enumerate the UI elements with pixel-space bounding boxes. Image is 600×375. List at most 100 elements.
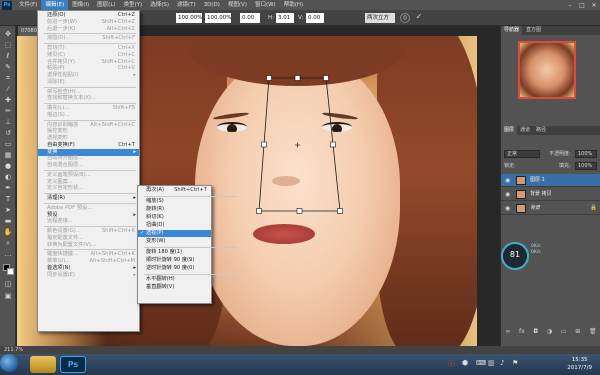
menu-item[interactable]: 再次(A) Shift+Ctrl+T xyxy=(138,187,211,194)
pen-tool-icon[interactable]: ✒ xyxy=(3,184,13,193)
start-button[interactable] xyxy=(0,354,18,372)
tray-app-icon[interactable]: ⬢ xyxy=(462,359,468,367)
menu-item[interactable]: 清除(E) xyxy=(38,79,139,86)
visibility-eye-icon[interactable]: ◉ xyxy=(505,177,510,184)
menu-item[interactable]: 描边(S)... xyxy=(38,112,139,119)
flag-icon[interactable]: ⚑ xyxy=(512,359,518,367)
h-skew-field[interactable]: 3.01 xyxy=(276,13,294,23)
menu-type[interactable]: 类型(Y) xyxy=(120,0,147,10)
menu-item[interactable]: 变形(W) xyxy=(138,238,211,245)
new-layer-icon[interactable]: ⊞ xyxy=(575,328,580,335)
adjustment-layer-icon[interactable]: ◑ xyxy=(547,328,552,335)
tab-channels[interactable]: 通道 xyxy=(517,126,533,135)
layer-row[interactable]: ◉ 背景 🔒 xyxy=(501,202,600,215)
menu-3d[interactable]: 3D(D) xyxy=(200,0,224,10)
menu-item[interactable]: 远程连接... xyxy=(38,218,139,225)
navigator-thumbnail[interactable] xyxy=(518,41,576,99)
menu-item[interactable]: 顺时针旋转 90 度(9) xyxy=(138,257,211,264)
layer-row[interactable]: ◉ 图层 1 xyxy=(501,174,600,187)
layer-style-icon[interactable]: fx xyxy=(519,328,525,335)
blur-tool-icon[interactable]: ● xyxy=(3,162,13,171)
healing-tool-icon[interactable]: ✚ xyxy=(3,96,13,105)
screen-mode-icon[interactable]: ▣ xyxy=(3,292,13,301)
add-mask-icon[interactable]: ◘ xyxy=(533,328,538,335)
menu-item[interactable]: 缩放(S) xyxy=(138,198,211,205)
hand-tool-icon[interactable]: ✋ xyxy=(3,228,13,237)
menu-item[interactable]: 渐隐(D)... Shift+Ctrl+F xyxy=(38,35,139,42)
menu-select[interactable]: 选择(S) xyxy=(146,0,173,10)
menu-edit[interactable]: 编辑(E) xyxy=(41,0,69,10)
quick-mask-icon[interactable]: ◫ xyxy=(3,280,13,289)
network-icon[interactable]: ▥ xyxy=(488,359,495,367)
stamp-tool-icon[interactable]: ⊥ xyxy=(3,118,13,127)
maximize-icon[interactable]: □ xyxy=(576,2,588,9)
menu-item[interactable]: 清理(R) ▸ xyxy=(38,195,139,202)
visibility-eye-icon[interactable]: ◉ xyxy=(505,191,510,198)
opacity-field[interactable]: 100% xyxy=(575,150,597,158)
menu-item[interactable]: 定义自定形状... xyxy=(38,185,139,192)
menu-item[interactable]: 转换为配置文件(V)... xyxy=(38,242,139,249)
new-group-icon[interactable]: ▭ xyxy=(561,328,567,335)
visibility-eye-icon[interactable]: ◉ xyxy=(505,205,510,212)
explorer-taskbar-icon[interactable] xyxy=(30,356,56,373)
lasso-tool-icon[interactable]: ℓ xyxy=(3,52,13,61)
shape-tool-icon[interactable]: ▬ xyxy=(3,217,13,226)
eraser-tool-icon[interactable]: ▭ xyxy=(3,140,13,149)
background-color-swatch[interactable] xyxy=(7,268,14,275)
taskbar-clock[interactable]: 15:35 2017/7/9 xyxy=(567,356,592,372)
history-brush-tool-icon[interactable]: ↺ xyxy=(3,129,13,138)
more-tools-icon[interactable]: … xyxy=(3,250,13,259)
menu-item[interactable]: ✓ 透视(P) xyxy=(138,230,211,237)
photoshop-taskbar-icon[interactable]: Ps xyxy=(60,356,86,373)
menu-help[interactable]: 帮助(H) xyxy=(280,0,307,10)
interpolation-select[interactable]: 两次立方 xyxy=(365,13,395,23)
quick-select-tool-icon[interactable]: ✎ xyxy=(3,63,13,72)
menu-item[interactable]: 后退一步(K) Alt+Ctrl+Z xyxy=(38,26,139,33)
menu-item[interactable]: 同步设置(E) ▸ xyxy=(38,272,139,279)
crop-tool-icon[interactable]: ⌗ xyxy=(3,74,13,83)
minimize-icon[interactable]: – xyxy=(564,2,576,9)
layer-row[interactable]: ◉ 背景 拷贝 xyxy=(501,188,600,201)
menu-item[interactable]: 自动混合图层... xyxy=(38,162,139,169)
blend-mode-select[interactable]: 正常 xyxy=(504,150,540,158)
menu-item[interactable]: 旋转 180 度(1) xyxy=(138,249,211,256)
close-icon[interactable]: ✕ xyxy=(588,2,600,9)
input-method-icon[interactable]: ⓢ xyxy=(448,359,455,369)
menu-item[interactable]: 查找和替换文本(X)... xyxy=(38,95,139,102)
tab-navigator[interactable]: 导航器 xyxy=(501,26,523,35)
angle-field[interactable]: 0.00 xyxy=(240,13,260,23)
menu-item[interactable]: 水平翻转(H) xyxy=(138,276,211,283)
tab-layers[interactable]: 图层 xyxy=(501,126,518,135)
height-field[interactable]: 100.00% xyxy=(205,13,231,23)
menu-file[interactable]: 文件(F) xyxy=(15,0,41,10)
delete-layer-icon[interactable]: 🗑 xyxy=(589,328,597,335)
menu-image[interactable]: 图像(I) xyxy=(68,0,93,10)
volume-icon[interactable]: ♪ xyxy=(500,359,504,367)
cancel-transform-icon[interactable]: ⦸ xyxy=(400,13,410,23)
menu-item[interactable]: 扭曲(D) xyxy=(138,222,211,229)
menu-view[interactable]: 视图(V) xyxy=(224,0,251,10)
v-skew-field[interactable]: 0.00 xyxy=(306,13,324,23)
menu-item[interactable]: 斜切(K) xyxy=(138,214,211,221)
menu-filter[interactable]: 滤镜(T) xyxy=(173,0,200,10)
commit-transform-icon[interactable]: ✓ xyxy=(414,13,424,23)
fill-field[interactable]: 100% xyxy=(575,162,597,170)
type-tool-icon[interactable]: T xyxy=(3,195,13,204)
keyboard-icon[interactable]: ⌨ xyxy=(476,359,486,367)
zoom-tool-icon[interactable]: ⌕ xyxy=(3,239,13,248)
menu-item[interactable]: 旋转(R) xyxy=(138,206,211,213)
menu-item[interactable]: 垂直翻转(V) xyxy=(138,284,211,291)
marquee-tool-icon[interactable]: ⬚ xyxy=(3,41,13,50)
gradient-tool-icon[interactable]: ▦ xyxy=(3,151,13,160)
link-layers-icon[interactable]: ∞ xyxy=(505,328,510,335)
menu-layer[interactable]: 图层(L) xyxy=(93,0,119,10)
brush-tool-icon[interactable]: ✏ xyxy=(3,107,13,116)
tab-histogram[interactable]: 直方图 xyxy=(523,26,544,35)
dodge-tool-icon[interactable]: ◐ xyxy=(3,173,13,182)
tab-paths[interactable]: 路径 xyxy=(533,126,549,135)
menu-window[interactable]: 窗口(W) xyxy=(251,0,280,10)
menu-item[interactable]: 逆时针旋转 90 度(0) xyxy=(138,265,211,272)
zoom-level[interactable]: 211.7% xyxy=(4,346,23,354)
width-field[interactable]: 100.00% xyxy=(176,13,202,23)
path-select-tool-icon[interactable]: ➤ xyxy=(3,206,13,215)
